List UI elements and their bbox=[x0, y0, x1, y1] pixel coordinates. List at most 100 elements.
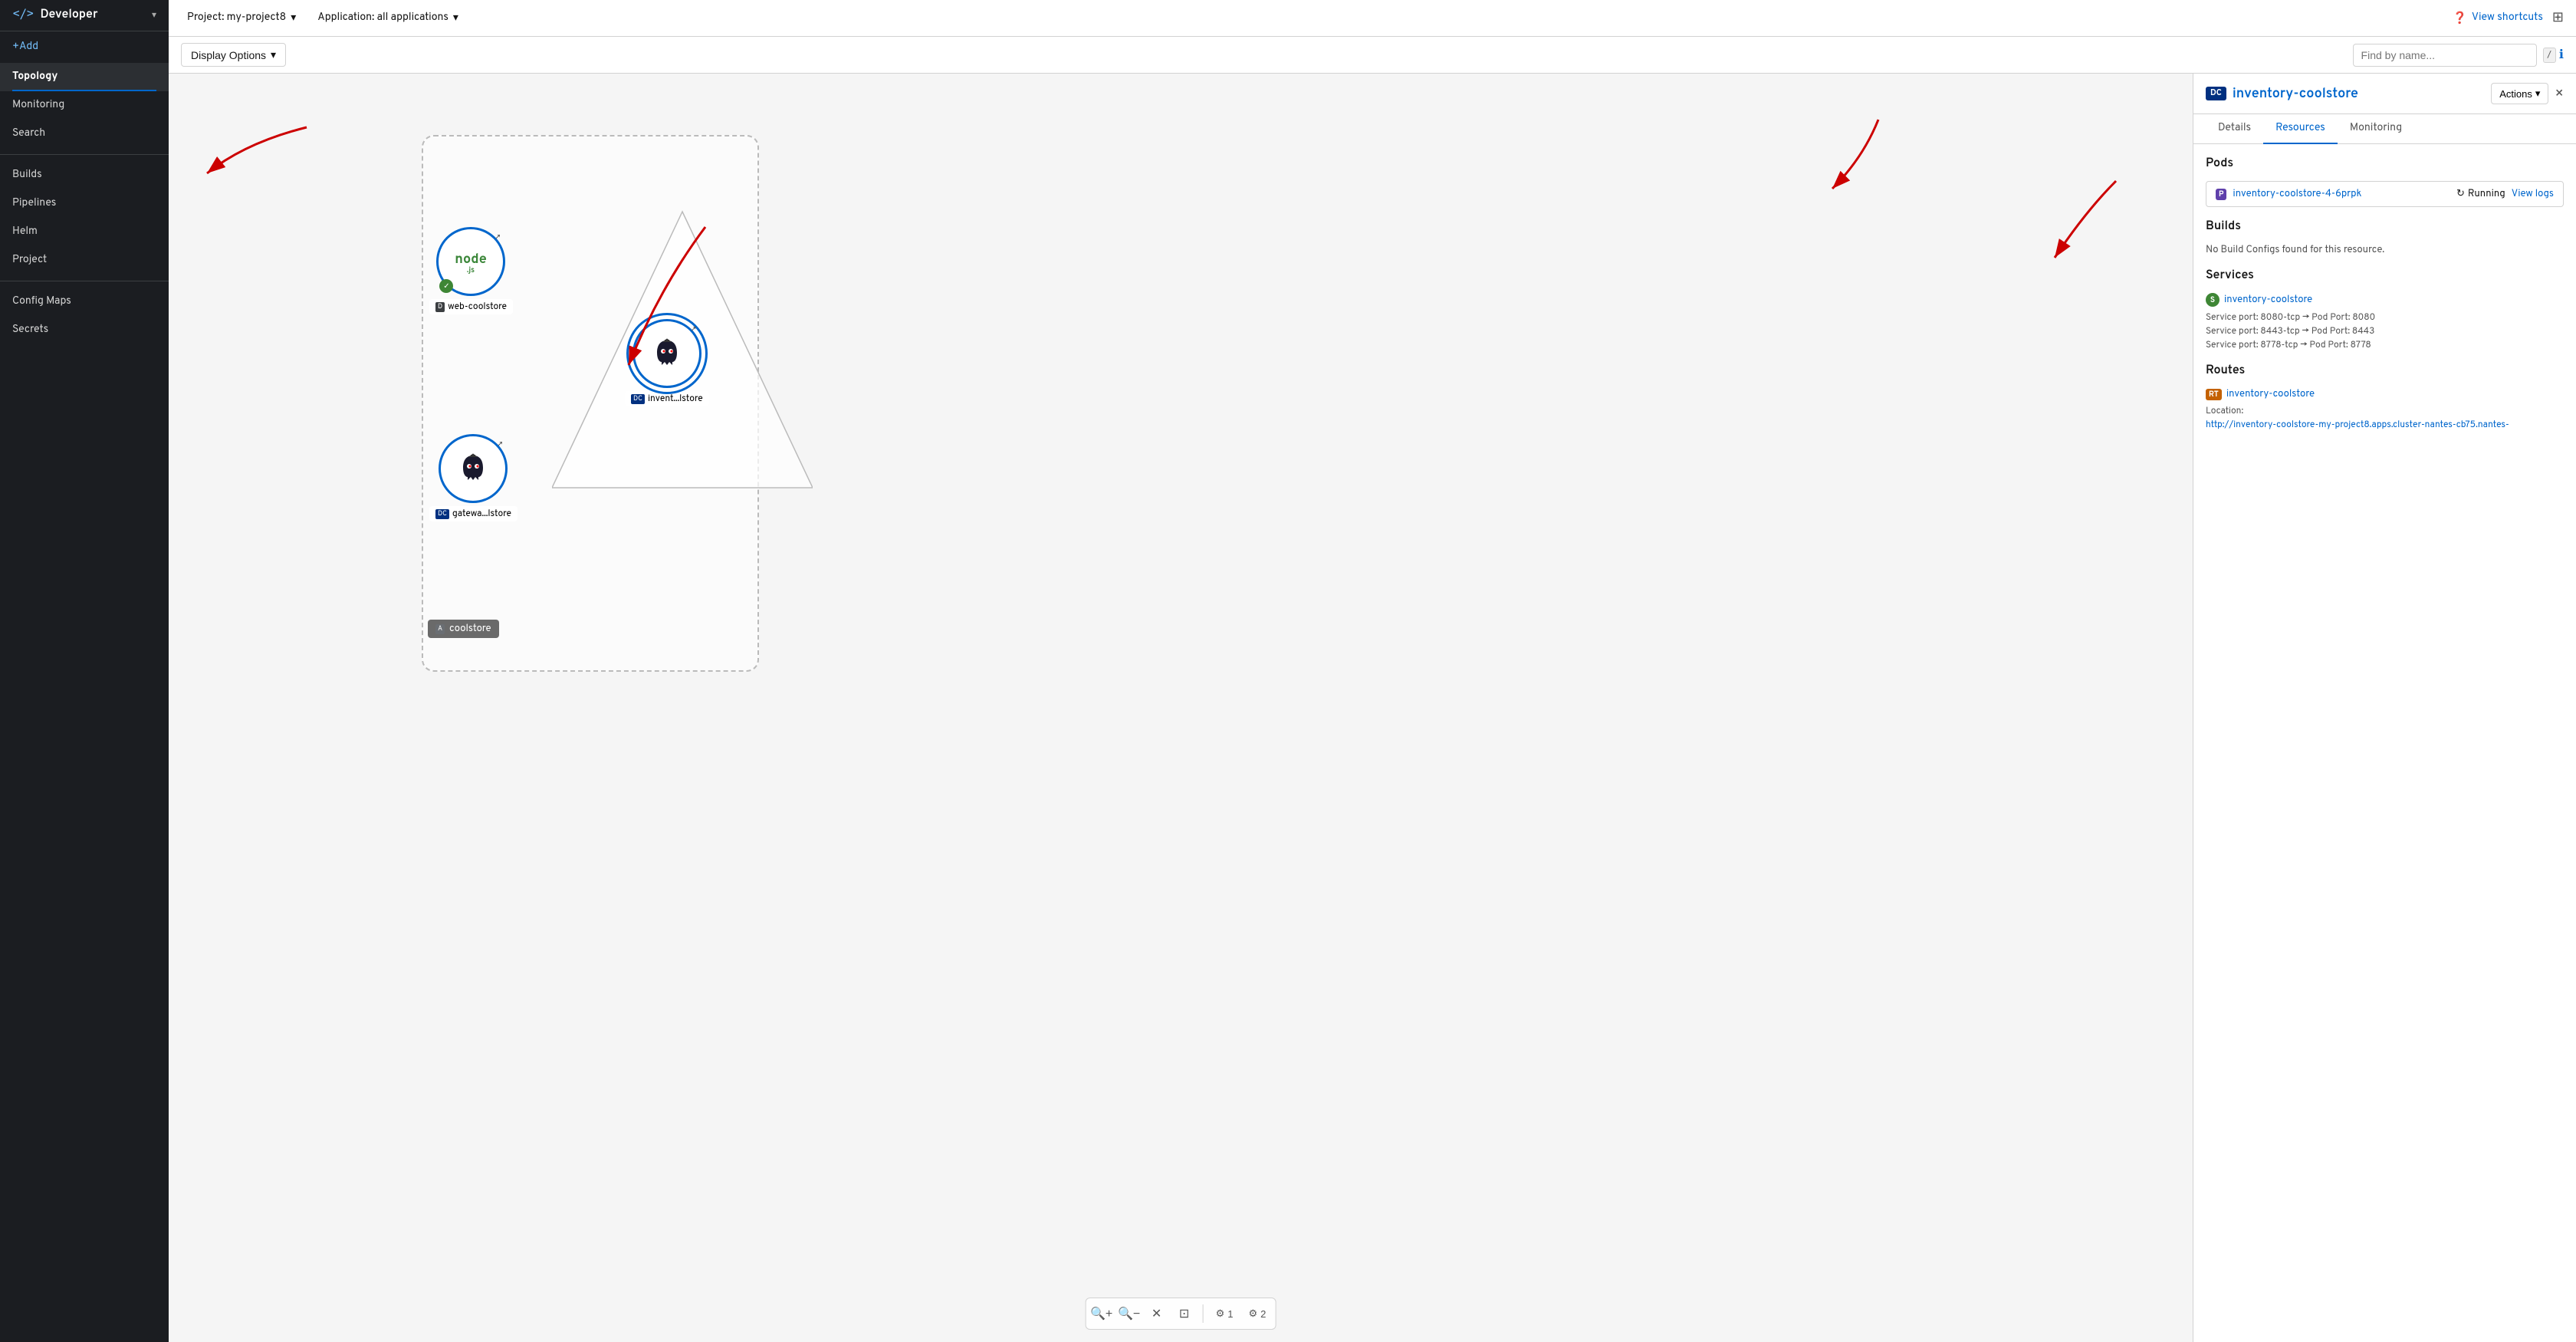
sidebar-item-pipelines[interactable]: Pipelines bbox=[0, 189, 169, 218]
application-selector[interactable]: Application: all applications ▾ bbox=[311, 8, 465, 28]
quarkus-svg-gateway bbox=[454, 449, 492, 488]
tab-monitoring[interactable]: Monitoring bbox=[2338, 114, 2414, 144]
service-name[interactable]: inventory-coolstore bbox=[2224, 294, 2312, 306]
sidebar-item-search[interactable]: Search bbox=[0, 120, 169, 148]
group1-icon: ⚙ bbox=[1216, 1307, 1225, 1320]
external-link-icon-inventory[interactable]: ↗ bbox=[692, 324, 696, 334]
application-dropdown-icon[interactable]: ▾ bbox=[453, 12, 458, 25]
pods-section: Pods P inventory-coolstore-4-6prpk ↻ Run… bbox=[2206, 156, 2564, 207]
find-by-name-input[interactable] bbox=[2353, 44, 2537, 67]
group1-button[interactable]: ⚙ 1 bbox=[1210, 1304, 1240, 1323]
project-label: Project: my-project8 bbox=[187, 12, 286, 25]
node-inventory-circle[interactable]: ↗ bbox=[632, 319, 702, 388]
sidebar-item-builds[interactable]: Builds bbox=[0, 161, 169, 189]
node-gateway-circle[interactable]: ↗ bbox=[439, 434, 508, 503]
topology-toolbar: 🔍+ 🔍− ✕ ⊡ ⚙ 1 ⚙ 2 bbox=[1086, 1298, 1276, 1330]
service-port-2: Service port: 8443-tcp → Pod Port: 8443 bbox=[2206, 325, 2564, 337]
view-shortcuts-label: View shortcuts bbox=[2472, 12, 2543, 25]
project-dropdown-icon[interactable]: ▾ bbox=[291, 12, 296, 25]
tab-resources[interactable]: Resources bbox=[2263, 114, 2338, 144]
zoom-in-icon: 🔍+ bbox=[1090, 1306, 1112, 1321]
sidebar-expand-icon[interactable]: ▾ bbox=[152, 9, 156, 21]
zoom-in-button[interactable]: 🔍+ bbox=[1089, 1301, 1114, 1326]
service-s-badge: S bbox=[2206, 293, 2220, 307]
svc-port-3: 8778-tcp bbox=[2260, 339, 2298, 351]
info-icon[interactable]: ℹ bbox=[2559, 47, 2564, 64]
service-port-1: Service port: 8080-tcp → Pod Port: 8080 bbox=[2206, 311, 2564, 324]
svg-text:.js: .js bbox=[467, 265, 475, 275]
rp-title[interactable]: inventory-coolstore bbox=[2233, 85, 2485, 103]
display-options-label: Display Options bbox=[191, 49, 266, 61]
view-logs-link[interactable]: View logs bbox=[2512, 188, 2554, 200]
sidebar-header: </> Developer ▾ bbox=[0, 0, 169, 31]
coolstore-group-label: A coolstore bbox=[428, 620, 499, 638]
application-label: Application: all applications bbox=[317, 12, 449, 25]
route-location: Location: bbox=[2206, 405, 2564, 417]
sidebar-item-config-maps[interactable]: Config Maps bbox=[0, 288, 169, 316]
display-options-button[interactable]: Display Options ▾ bbox=[181, 43, 286, 67]
node-gateway[interactable]: ↗ DC gatewa...lstore bbox=[429, 434, 518, 521]
services-section: Services S inventory-coolstore Service p… bbox=[2206, 268, 2564, 351]
add-button[interactable]: +Add bbox=[0, 31, 169, 63]
fit-view-button[interactable]: ⊡ bbox=[1172, 1301, 1197, 1326]
content-area: node .js ↗ ✓ D web-coolstore bbox=[169, 74, 2576, 1342]
route-name[interactable]: inventory-coolstore bbox=[2226, 388, 2315, 400]
rp-dc-badge: DC bbox=[2206, 87, 2226, 100]
routes-section-title: Routes bbox=[2206, 363, 2564, 379]
slash-badge: / bbox=[2543, 48, 2556, 63]
location-label: Location: bbox=[2206, 405, 2243, 417]
sidebar: </> Developer ▾ +Add Topology Monitoring… bbox=[0, 0, 169, 1342]
coolstore-label-text: coolstore bbox=[449, 623, 491, 635]
d-badge: D bbox=[435, 302, 445, 312]
help-icon: ❓ bbox=[2453, 11, 2467, 26]
pod-port-3: 8778 bbox=[2351, 339, 2371, 351]
arrow-resources bbox=[1740, 112, 1894, 204]
code-icon: </> bbox=[12, 8, 34, 23]
reset-view-button[interactable]: ✕ bbox=[1145, 1301, 1169, 1326]
pod-name[interactable]: inventory-coolstore-4-6prpk bbox=[2233, 188, 2450, 200]
dc-badge-gateway: DC bbox=[435, 509, 449, 519]
toolbar-divider bbox=[1203, 1304, 1204, 1323]
external-link-icon-web[interactable]: ↗ bbox=[495, 232, 500, 242]
pod-status-text: Running bbox=[2468, 188, 2505, 200]
view-shortcuts-link[interactable]: ❓ View shortcuts bbox=[2453, 11, 2543, 26]
sidebar-item-monitoring[interactable]: Monitoring bbox=[0, 91, 169, 120]
route-url[interactable]: http://inventory-coolstore-my-project8.a… bbox=[2206, 419, 2564, 431]
builds-section-title: Builds bbox=[2206, 219, 2564, 235]
group2-button[interactable]: ⚙ 2 bbox=[1243, 1304, 1273, 1323]
close-button[interactable]: × bbox=[2555, 85, 2564, 103]
arrow-pod bbox=[1978, 173, 2147, 265]
node-web-coolstore-name: web-coolstore bbox=[448, 301, 507, 313]
fit-icon: ⊡ bbox=[1179, 1306, 1189, 1321]
node-web-coolstore[interactable]: node .js ↗ ✓ D web-coolstore bbox=[429, 227, 513, 314]
service-item: S inventory-coolstore Service port: 8080… bbox=[2206, 293, 2564, 351]
route-url-link[interactable]: http://inventory-coolstore-my-project8.a… bbox=[2206, 419, 2509, 431]
routes-section: Routes RT inventory-coolstore Location: … bbox=[2206, 363, 2564, 431]
right-panel-content: Pods P inventory-coolstore-4-6prpk ↻ Run… bbox=[2193, 144, 2576, 1342]
grid-icon[interactable]: ⊞ bbox=[2552, 9, 2564, 27]
sidebar-item-project[interactable]: Project bbox=[0, 246, 169, 275]
external-link-icon-gateway[interactable]: ↗ bbox=[498, 439, 502, 449]
sidebar-nav: Topology Monitoring Search Builds Pipeli… bbox=[0, 63, 169, 344]
route-name-row: RT inventory-coolstore bbox=[2206, 388, 2564, 400]
arrow-topology bbox=[169, 112, 322, 189]
group2-icon: ⚙ bbox=[1249, 1307, 1258, 1320]
zoom-out-button[interactable]: 🔍− bbox=[1117, 1301, 1142, 1326]
topology-canvas[interactable]: node .js ↗ ✓ D web-coolstore bbox=[169, 74, 2193, 1342]
sidebar-item-helm[interactable]: Helm bbox=[0, 218, 169, 246]
pod-p-badge: P bbox=[2216, 189, 2226, 200]
sidebar-item-secrets[interactable]: Secrets bbox=[0, 316, 169, 344]
right-panel-tabs: Details Resources Monitoring bbox=[2193, 114, 2576, 144]
tab-details[interactable]: Details bbox=[2206, 114, 2263, 144]
actions-button[interactable]: Actions ▾ bbox=[2491, 83, 2548, 104]
sidebar-item-topology[interactable]: Topology bbox=[0, 63, 169, 91]
pod-port-1: 8080 bbox=[2352, 311, 2375, 324]
node-inventory-name: invent...lstore bbox=[648, 393, 703, 405]
sidebar-title: Developer bbox=[40, 8, 97, 23]
main-content: Project: my-project8 ▾ Application: all … bbox=[169, 0, 2576, 1342]
sidebar-divider bbox=[0, 154, 169, 155]
node-inventory[interactable]: ↗ DC invent...lstore bbox=[625, 319, 709, 406]
project-selector[interactable]: Project: my-project8 ▾ bbox=[181, 8, 302, 28]
display-options-dropdown-icon: ▾ bbox=[271, 48, 276, 61]
route-item: RT inventory-coolstore Location: http://… bbox=[2206, 388, 2564, 431]
